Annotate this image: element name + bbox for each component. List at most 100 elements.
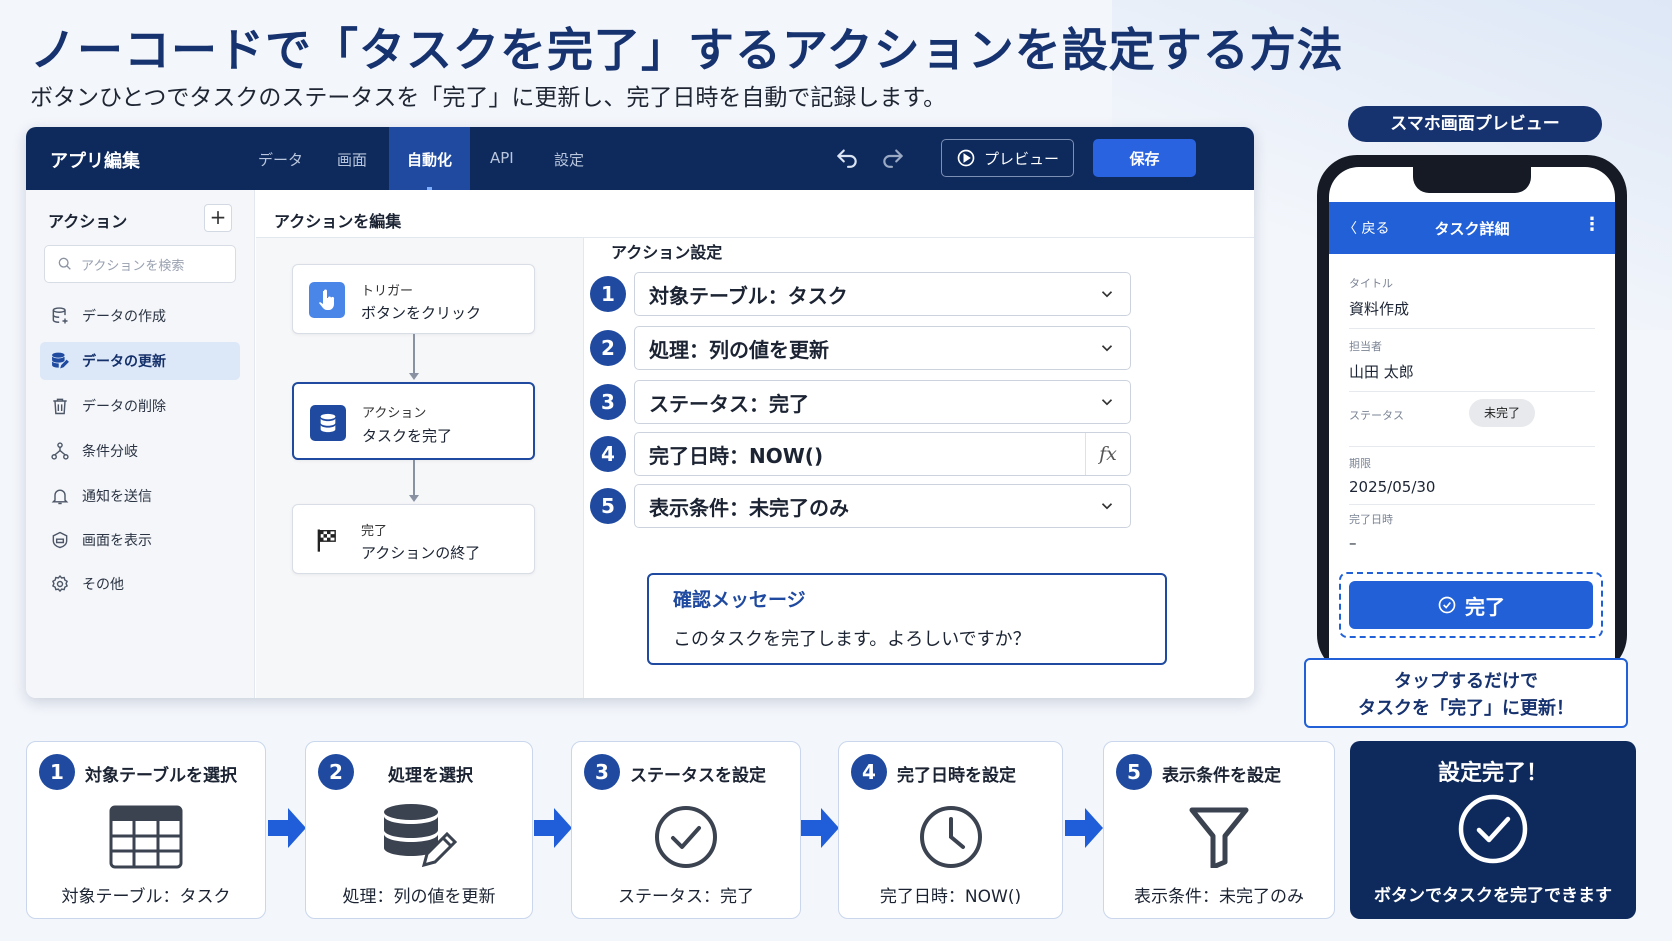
confirm-body: このタスクを完了します。よろしいですか？ (673, 629, 1031, 650)
setup-complete-card: 設定完了！ ボタンでタスクを完了できます (1350, 741, 1636, 919)
setting-row-status: 3 ステータス：完了 (586, 380, 1131, 424)
undo-icon[interactable] (832, 143, 862, 173)
tab-api[interactable]: API (490, 149, 514, 167)
phone-header: 〈 戻る タスク詳細 ⋮ (1329, 202, 1615, 254)
pane-heading: アクションを編集 (274, 212, 402, 231)
sidebar-item-show-screen[interactable]: 画面を表示 (40, 521, 240, 559)
step-value: 表示条件：未完了のみ (1134, 887, 1304, 907)
preview-button[interactable]: プレビュー (941, 139, 1074, 177)
flow-node-end[interactable]: 完了 アクションの終了 (292, 504, 535, 574)
sidebar-item-delete-data[interactable]: データの削除 (40, 387, 240, 425)
formula-icon[interactable]: fx (1085, 433, 1130, 475)
chevron-down-icon (1101, 399, 1113, 406)
database-edit-icon (306, 802, 532, 872)
step-number-badge: 5 (1116, 754, 1152, 790)
sidebar-item-label: 画面を表示 (82, 533, 152, 549)
add-action-button[interactable]: + (204, 204, 232, 232)
flow-canvas: トリガー ボタンをクリック アクション タスクを完了 完了 アクションの終了 (256, 238, 584, 698)
save-button[interactable]: 保存 (1093, 139, 1196, 177)
phone-field-completed-at: 完了日時 – (1349, 511, 1595, 561)
gear-icon (52, 575, 68, 593)
process-select[interactable]: 処理：列の値を更新 (634, 326, 1131, 370)
tab-automation[interactable]: 自動化 (389, 127, 471, 190)
flow-connector (410, 334, 418, 380)
complete-button-highlight: 完了 (1339, 572, 1603, 638)
step-card-1: 1 対象テーブルを選択 対象テーブル：タスク (26, 741, 266, 919)
sidebar-item-branch[interactable]: 条件分岐 (40, 432, 240, 470)
callout-line-1: タップするだけで (1394, 671, 1538, 692)
database-edit-icon (52, 352, 69, 369)
step-title: 対象テーブルを選択 (85, 766, 237, 786)
more-icon[interactable]: ⋮ (1583, 214, 1601, 235)
completed-at-formula-field[interactable]: 完了日時：NOW() fx (634, 432, 1131, 476)
setting-row-table: 1 対象テーブル：タスク (586, 272, 1131, 316)
select-value: 対象テーブル：タスク (649, 283, 848, 308)
sidebar-item-label: データの削除 (82, 399, 166, 415)
complete-button[interactable]: 完了 (1349, 581, 1593, 629)
redo-icon[interactable] (878, 143, 908, 173)
sidebar-item-create-data[interactable]: データの作成 (40, 297, 240, 335)
confirm-message-box[interactable]: 確認メッセージ このタスクを完了します。よろしいですか？ (647, 573, 1167, 665)
sidebar-item-update-data[interactable]: データの更新 (40, 342, 240, 380)
step-card-3: 3 ステータスを設定 ステータス：完了 (571, 741, 801, 919)
field-value: 山田 太郎 (1349, 363, 1414, 381)
database-icon (310, 405, 346, 441)
check-circle-icon (1350, 793, 1636, 865)
filter-icon (1104, 802, 1334, 872)
step-value: 処理：列の値を更新 (342, 887, 496, 907)
node-kind: 完了 (361, 524, 388, 539)
flow-node-action[interactable]: アクション タスクを完了 (292, 382, 535, 460)
step-number-badge: 4 (590, 436, 626, 472)
sidebar-item-label: 通知を送信 (82, 489, 152, 505)
table-icon (27, 802, 265, 872)
field-label: 期限 (1349, 457, 1371, 470)
tab-settings[interactable]: 設定 (554, 149, 584, 170)
search-placeholder: アクションを検索 (81, 258, 185, 274)
confirm-title: 確認メッセージ (673, 589, 806, 611)
sidebar-heading: アクション (48, 212, 128, 231)
sidebar-item-label: 条件分岐 (82, 444, 138, 460)
field-label: 完了日時 (1349, 513, 1393, 526)
status-select[interactable]: ステータス：完了 (634, 380, 1131, 424)
arrow-right-icon (1065, 808, 1103, 848)
flow-node-trigger[interactable]: トリガー ボタンをクリック (292, 264, 535, 334)
phone-frame: 〈 戻る タスク詳細 ⋮ タイトル 資料作成 担当者 山田 太郎 ステータス 未… (1317, 155, 1627, 675)
final-body: ボタンでタスクを完了できます (1374, 886, 1612, 906)
editor-topbar: アプリ編集 データ 画面 自動化 API 設定 プレビュー 保存 (26, 127, 1254, 190)
display-condition-select[interactable]: 表示条件：未完了のみ (634, 484, 1131, 528)
database-plus-icon (52, 307, 68, 324)
chevron-down-icon (1101, 345, 1113, 352)
step-number-badge: 2 (590, 330, 626, 366)
step-number-badge: 1 (39, 754, 75, 790)
action-sidebar: アクション + アクションを検索 データの作成 データの更新 データの削除 条件… (26, 190, 255, 698)
step-number-badge: 4 (851, 754, 887, 790)
step-number-badge: 1 (590, 276, 626, 312)
step-card-2: 2 処理を選択 処理：列の値を更新 (305, 741, 533, 919)
step-value: ステータス：完了 (618, 887, 754, 907)
sidebar-item-other[interactable]: その他 (40, 565, 240, 603)
check-circle-icon (1438, 596, 1456, 614)
step-card-5: 5 表示条件を設定 表示条件：未完了のみ (1103, 741, 1335, 919)
field-value: 完了日時：NOW() (649, 443, 824, 468)
arrow-right-icon (801, 808, 839, 848)
sidebar-item-label: その他 (82, 577, 124, 593)
step-card-4: 4 完了日時を設定 完了日時：NOW() (838, 741, 1063, 919)
step-number-badge: 2 (318, 754, 354, 790)
sidebar-item-notify[interactable]: 通知を送信 (40, 477, 240, 515)
phone-field-assignee: 担当者 山田 太郎 (1349, 338, 1595, 392)
step-value: 対象テーブル：タスク (61, 887, 231, 907)
node-kind: アクション (362, 406, 427, 421)
status-badge: 未完了 (1469, 399, 1535, 427)
target-table-select[interactable]: 対象テーブル：タスク (634, 272, 1131, 316)
action-search-input[interactable]: アクションを検索 (44, 245, 236, 283)
node-kind: トリガー (361, 284, 414, 299)
app-title: アプリ編集 (50, 151, 140, 172)
tab-data[interactable]: データ (258, 149, 303, 170)
select-value: 処理：列の値を更新 (649, 337, 829, 362)
field-value: 2025/05/30 (1349, 478, 1436, 496)
flag-icon (309, 522, 345, 558)
tab-screen[interactable]: 画面 (337, 149, 367, 170)
node-label: アクションの終了 (361, 544, 481, 562)
preview-label: プレビュー (983, 149, 1059, 168)
node-label: タスクを完了 (362, 427, 453, 445)
